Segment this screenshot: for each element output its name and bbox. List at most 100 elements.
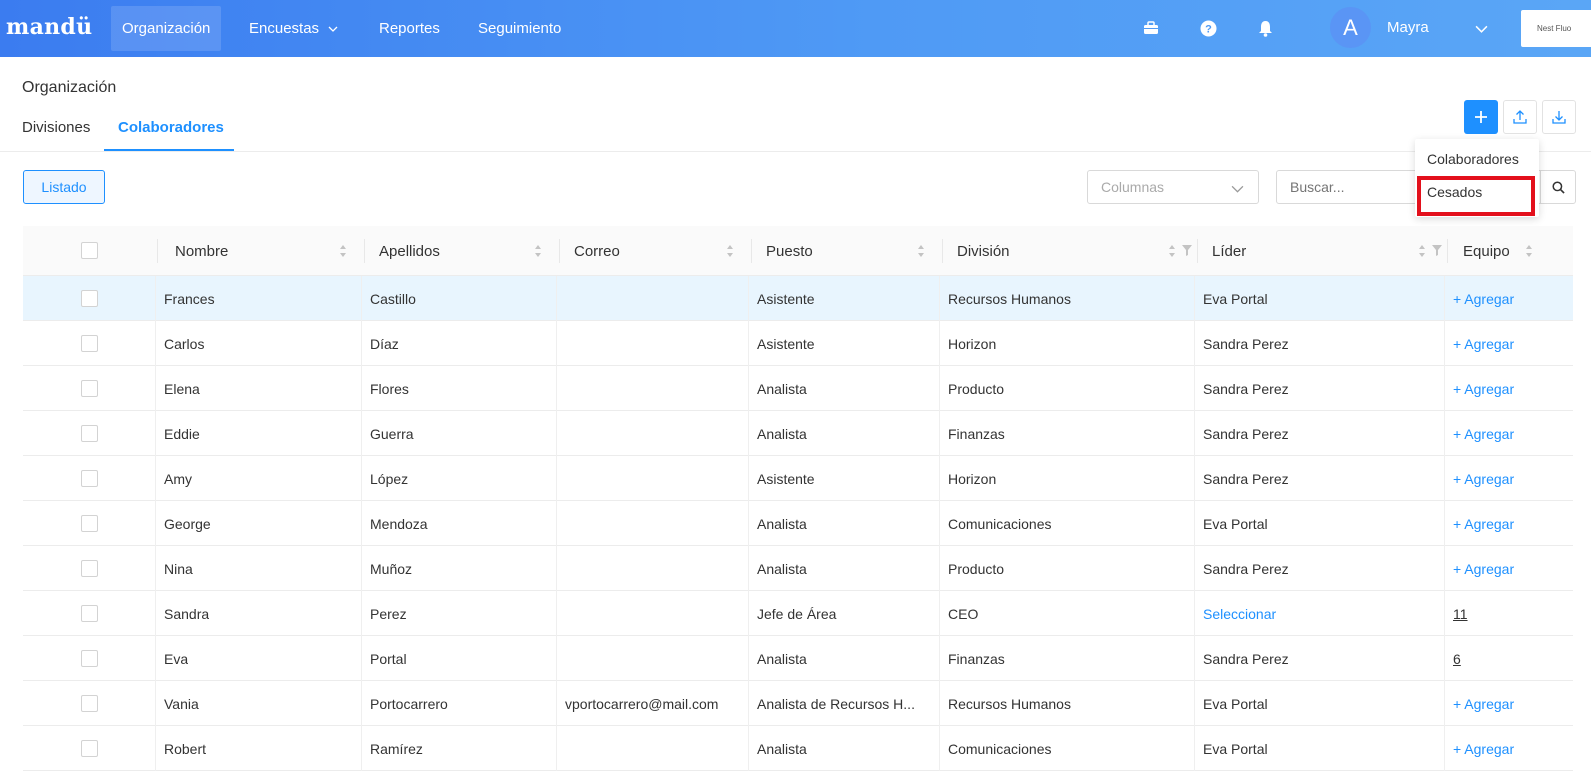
row-checkbox[interactable] xyxy=(81,425,98,442)
row-checkbox[interactable] xyxy=(81,515,98,532)
table-row[interactable]: Eva Portal Analista Finanzas Sandra Perez 6 xyxy=(23,636,1573,681)
row-checkbox[interactable] xyxy=(81,695,98,712)
cell-equipo-text[interactable]: + Agregar xyxy=(1453,741,1514,757)
cell-lider-text: Eva Portal xyxy=(1203,740,1268,757)
cell-equipo[interactable]: 6 xyxy=(1453,636,1461,681)
table-row[interactable]: Elena Flores Analista Producto Sandra Perez +… xyxy=(23,366,1573,411)
cell-equipo-text[interactable]: + Agregar xyxy=(1453,336,1514,352)
cell-apellidos-text: Muñoz xyxy=(370,560,413,577)
cell-correo xyxy=(565,636,745,681)
bell-icon[interactable] xyxy=(1254,17,1276,39)
cell-nombre: Robert xyxy=(164,726,206,771)
tab-colaboradores[interactable]: Colaboradores xyxy=(118,119,224,136)
menu-item-colaboradores[interactable]: Colaboradores xyxy=(1427,151,1519,167)
cell-equipo-text[interactable]: + Agregar xyxy=(1453,426,1514,442)
cell-division: Finanzas xyxy=(948,636,1005,681)
briefcase-icon[interactable] xyxy=(1140,17,1162,39)
filter-icon[interactable] xyxy=(1182,245,1192,256)
cell-equipo-text[interactable]: + Agregar xyxy=(1453,516,1514,532)
sort-icon[interactable] xyxy=(1168,244,1176,258)
cell-equipo-text[interactable]: 6 xyxy=(1453,651,1461,667)
row-checkbox[interactable] xyxy=(81,290,98,307)
row-checkbox[interactable] xyxy=(81,740,98,757)
search-button[interactable] xyxy=(1540,170,1576,204)
nav-seguimiento[interactable]: Seguimiento xyxy=(467,0,572,57)
table-row[interactable]: Eddie Guerra Analista Finanzas Sandra Perez +… xyxy=(23,411,1573,456)
chevron-down-icon[interactable] xyxy=(1475,22,1488,35)
column-header-division[interactable]: División xyxy=(957,226,1010,276)
cell-nombre-text: Sandra xyxy=(164,605,210,622)
add-button[interactable] xyxy=(1464,100,1498,134)
cell-equipo[interactable]: + Agregar xyxy=(1453,681,1514,726)
cell-nombre-text: Robert xyxy=(164,740,207,757)
row-checkbox[interactable] xyxy=(81,335,98,352)
column-header-apellidos[interactable]: Apellidos xyxy=(379,226,440,276)
cell-equipo-text[interactable]: 11 xyxy=(1453,606,1468,622)
table-row[interactable]: Nina Muñoz Analista Producto Sandra Perez + A… xyxy=(23,546,1573,591)
tab-divisiones[interactable]: Divisiones xyxy=(22,119,90,136)
cell-division: CEO xyxy=(948,591,978,636)
sort-icon[interactable] xyxy=(917,244,925,258)
sort-icon[interactable] xyxy=(726,244,734,258)
table-row[interactable]: Carlos Díaz Asistente Horizon Sandra Perez + … xyxy=(23,321,1573,366)
avatar[interactable]: A xyxy=(1330,7,1371,48)
page-title: Organización xyxy=(22,79,117,96)
cell-equipo[interactable]: + Agregar xyxy=(1453,726,1514,771)
row-checkbox[interactable] xyxy=(81,650,98,667)
colaboradores-table: Nombre Apellidos Correo Puesto División … xyxy=(23,226,1573,771)
cell-equipo[interactable]: + Agregar xyxy=(1453,276,1514,321)
cell-division-text: Producto xyxy=(948,560,1005,577)
cell-equipo-text[interactable]: + Agregar xyxy=(1453,696,1514,712)
column-header-correo[interactable]: Correo xyxy=(574,226,620,276)
column-header-puesto[interactable]: Puesto xyxy=(766,226,813,276)
nav-encuestas[interactable]: Encuestas xyxy=(238,0,349,57)
column-header-lider[interactable]: Líder xyxy=(1212,226,1246,276)
cell-equipo[interactable]: + Agregar xyxy=(1453,456,1514,501)
nav-reportes[interactable]: Reportes xyxy=(368,0,451,57)
cell-correo xyxy=(565,591,745,636)
select-all-checkbox[interactable] xyxy=(81,242,98,259)
help-icon[interactable]: ? xyxy=(1197,17,1219,39)
column-header-nombre[interactable]: Nombre xyxy=(175,226,228,276)
column-header-label: Equipo xyxy=(1463,242,1510,260)
cell-lider[interactable]: Seleccionar xyxy=(1203,591,1276,636)
cell-equipo-text[interactable]: + Agregar xyxy=(1453,471,1514,487)
download-button[interactable] xyxy=(1542,100,1576,134)
sort-icon[interactable] xyxy=(1525,244,1533,258)
cell-equipo-text[interactable]: + Agregar xyxy=(1453,561,1514,577)
listado-button[interactable]: Listado xyxy=(23,170,105,204)
row-checkbox[interactable] xyxy=(81,560,98,577)
sort-icon[interactable] xyxy=(534,244,542,258)
cell-nombre: Elena xyxy=(164,366,200,411)
cell-lider-text[interactable]: Seleccionar xyxy=(1203,606,1276,622)
table-row[interactable]: Vania Portocarrero vportocarrero@mail.com A… xyxy=(23,681,1573,726)
sort-icon[interactable] xyxy=(1418,244,1426,258)
columns-select[interactable]: Columnas xyxy=(1087,170,1259,204)
column-header-equipo[interactable]: Equipo xyxy=(1463,226,1510,276)
upload-button[interactable] xyxy=(1503,100,1537,134)
user-name[interactable]: Mayra xyxy=(1387,19,1429,36)
table-row[interactable]: Amy López Asistente Horizon Sandra Perez + Ag… xyxy=(23,456,1573,501)
cell-equipo-text[interactable]: + Agregar xyxy=(1453,291,1514,307)
table-row[interactable]: George Mendoza Analista Comunicaciones Eva P… xyxy=(23,501,1573,546)
cell-puesto-text: Analista xyxy=(757,740,807,757)
sort-icon[interactable] xyxy=(339,244,347,258)
cell-equipo[interactable]: 11 xyxy=(1453,591,1468,636)
table-row[interactable]: Sandra Perez Jefe de Área CEO Seleccionar 11 xyxy=(23,591,1573,636)
cell-apellidos: López xyxy=(370,456,408,501)
row-checkbox[interactable] xyxy=(81,605,98,622)
table-row[interactable]: Robert Ramírez Analista Comunicaciones Eva P… xyxy=(23,726,1573,771)
filter-icon[interactable] xyxy=(1432,245,1442,256)
cell-equipo-text[interactable]: + Agregar xyxy=(1453,381,1514,397)
nav-organizacion[interactable]: Organización xyxy=(111,6,222,51)
cell-equipo[interactable]: + Agregar xyxy=(1453,366,1514,411)
app-logo[interactable]: mandü xyxy=(6,14,92,40)
row-checkbox[interactable] xyxy=(81,380,98,397)
table-row[interactable]: Frances Castillo Asistente Recursos Humanos… xyxy=(23,276,1573,321)
cell-equipo[interactable]: + Agregar xyxy=(1453,321,1514,366)
cell-nombre: Eddie xyxy=(164,411,200,456)
cell-equipo[interactable]: + Agregar xyxy=(1453,501,1514,546)
cell-equipo[interactable]: + Agregar xyxy=(1453,546,1514,591)
cell-equipo[interactable]: + Agregar xyxy=(1453,411,1514,456)
row-checkbox[interactable] xyxy=(81,470,98,487)
